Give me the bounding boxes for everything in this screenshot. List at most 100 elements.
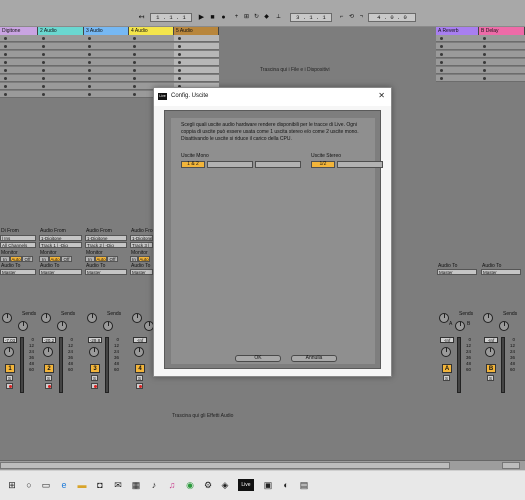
input-channel-select[interactable]: Track 2 | -Dig	[85, 242, 127, 248]
clip-slot[interactable]	[174, 43, 219, 50]
input-type-select[interactable]: l Ins	[0, 235, 36, 241]
audio-editor-icon[interactable]: ♪	[148, 479, 160, 491]
clip-slot[interactable]	[174, 67, 219, 74]
send-a-knob[interactable]	[483, 313, 493, 323]
clip-slot[interactable]	[0, 67, 38, 74]
track-header-1[interactable]: Digitone	[0, 27, 38, 35]
track-activator[interactable]: 2	[44, 364, 54, 373]
track-header-5[interactable]: 5 Audio	[174, 27, 219, 35]
solo-button[interactable]: S	[6, 375, 13, 381]
track-activator[interactable]: 4	[135, 364, 145, 373]
track-header-3[interactable]: 3 Audio	[84, 27, 129, 35]
arm-record-button[interactable]	[45, 383, 52, 389]
clip-stop-icon[interactable]	[88, 85, 91, 88]
clip-stop-icon[interactable]	[42, 93, 45, 96]
clip-stop-icon[interactable]	[440, 53, 443, 56]
clip-slot[interactable]	[0, 35, 38, 42]
clip-slot[interactable]	[129, 75, 174, 82]
clip-slot[interactable]	[436, 35, 479, 42]
clip-stop-icon[interactable]	[133, 77, 136, 80]
solo-button[interactable]: S	[487, 375, 494, 381]
clip-stop-icon[interactable]	[483, 77, 486, 80]
monitor-off-button[interactable]: Off	[107, 256, 118, 262]
capture-icon[interactable]: ↻	[252, 13, 261, 22]
monitor-auto-button[interactable]: Auto	[138, 256, 150, 262]
clip-slot[interactable]	[0, 91, 38, 98]
punch-out-icon[interactable]: ¬	[357, 13, 366, 22]
clip-stop-icon[interactable]	[133, 69, 136, 72]
clip-stop-icon[interactable]	[42, 45, 45, 48]
clip-stop-icon[interactable]	[4, 85, 7, 88]
chrome-icon[interactable]: ◉	[184, 479, 196, 491]
return-track-b-header[interactable]: B Delay	[479, 27, 525, 35]
song-position[interactable]: 1 . 1 . 1	[150, 13, 192, 22]
audio-to-select[interactable]: Master	[0, 269, 36, 275]
clip-slot[interactable]	[174, 59, 219, 66]
record-icon[interactable]: ●	[219, 13, 228, 22]
clip-stop-icon[interactable]	[440, 77, 443, 80]
mono-output-1-2[interactable]: 1 & 2	[181, 161, 205, 168]
play-icon[interactable]: ▶	[197, 13, 206, 22]
clip-stop-icon[interactable]	[483, 61, 486, 64]
volume-value[interactable]: -20.2	[42, 337, 56, 343]
clip-stop-icon[interactable]	[178, 53, 181, 56]
itunes-icon[interactable]: ♫	[166, 479, 178, 491]
clip-slot[interactable]	[479, 51, 525, 58]
pan-knob[interactable]	[441, 347, 451, 357]
clip-slot[interactable]	[38, 43, 84, 50]
clip-stop-icon[interactable]	[88, 69, 91, 72]
clip-slot[interactable]	[84, 91, 129, 98]
clip-slot[interactable]	[436, 43, 479, 50]
track-activator[interactable]: B	[486, 364, 496, 373]
clip-slot[interactable]	[84, 51, 129, 58]
clip-slot[interactable]	[436, 67, 479, 74]
audio-to-select[interactable]: Master	[130, 269, 153, 275]
clip-slot[interactable]	[38, 59, 84, 66]
monitor-off-button[interactable]: Off	[22, 256, 33, 262]
track-activator[interactable]: 3	[90, 364, 100, 373]
clip-slot[interactable]	[38, 35, 84, 42]
return-track-a-header[interactable]: A Reverb	[436, 27, 479, 35]
app-icon[interactable]: ◈	[219, 479, 231, 491]
send-b-knob[interactable]	[18, 321, 28, 331]
windows-start-icon[interactable]: ⊞	[6, 479, 18, 491]
volume-value[interactable]: -Inf	[133, 337, 147, 343]
monitor-in-button[interactable]: In	[85, 256, 95, 262]
clip-slot[interactable]	[479, 59, 525, 66]
loop-icon[interactable]: ⟲	[347, 13, 356, 22]
clip-stop-icon[interactable]	[88, 45, 91, 48]
clip-slot[interactable]	[436, 51, 479, 58]
pan-knob[interactable]	[43, 347, 53, 357]
arm-record-button[interactable]	[91, 383, 98, 389]
cancel-button[interactable]: Annulla	[291, 355, 337, 362]
app2-icon[interactable]: ▣	[262, 479, 274, 491]
solo-button[interactable]: S	[136, 375, 143, 381]
stop-icon[interactable]: ■	[208, 13, 217, 22]
app3-icon[interactable]: ◐	[280, 479, 292, 491]
track-header-2[interactable]: 2 Audio	[38, 27, 84, 35]
monitor-auto-button[interactable]: Auto	[95, 256, 107, 262]
monitor-in-button[interactable]: In	[39, 256, 49, 262]
monitor-auto-button[interactable]: Auto	[49, 256, 61, 262]
clip-stop-icon[interactable]	[440, 45, 443, 48]
clip-stop-icon[interactable]	[483, 69, 486, 72]
clip-stop-icon[interactable]	[4, 77, 7, 80]
monitor-auto-button[interactable]: Auto	[10, 256, 22, 262]
clip-stop-icon[interactable]	[88, 37, 91, 40]
clip-stop-icon[interactable]	[88, 61, 91, 64]
input-type-select[interactable]: 1-Digitone	[85, 235, 127, 241]
back-arrow-icon[interactable]: ↤	[137, 13, 146, 22]
clip-stop-icon[interactable]	[42, 53, 45, 56]
clip-slot[interactable]	[436, 75, 479, 82]
send-a-knob[interactable]	[41, 313, 51, 323]
stereo-output-1-2[interactable]: 1/2	[311, 161, 335, 168]
clip-slot[interactable]	[479, 67, 525, 74]
volume-value[interactable]: -Inf	[484, 337, 498, 343]
clip-stop-icon[interactable]	[178, 69, 181, 72]
send-a-knob[interactable]	[2, 313, 12, 323]
clip-stop-icon[interactable]	[133, 53, 136, 56]
ok-button[interactable]: OK	[235, 355, 281, 362]
clip-stop-icon[interactable]	[483, 45, 486, 48]
track-header-4[interactable]: 4 Audio	[129, 27, 174, 35]
clip-slot[interactable]	[479, 35, 525, 42]
